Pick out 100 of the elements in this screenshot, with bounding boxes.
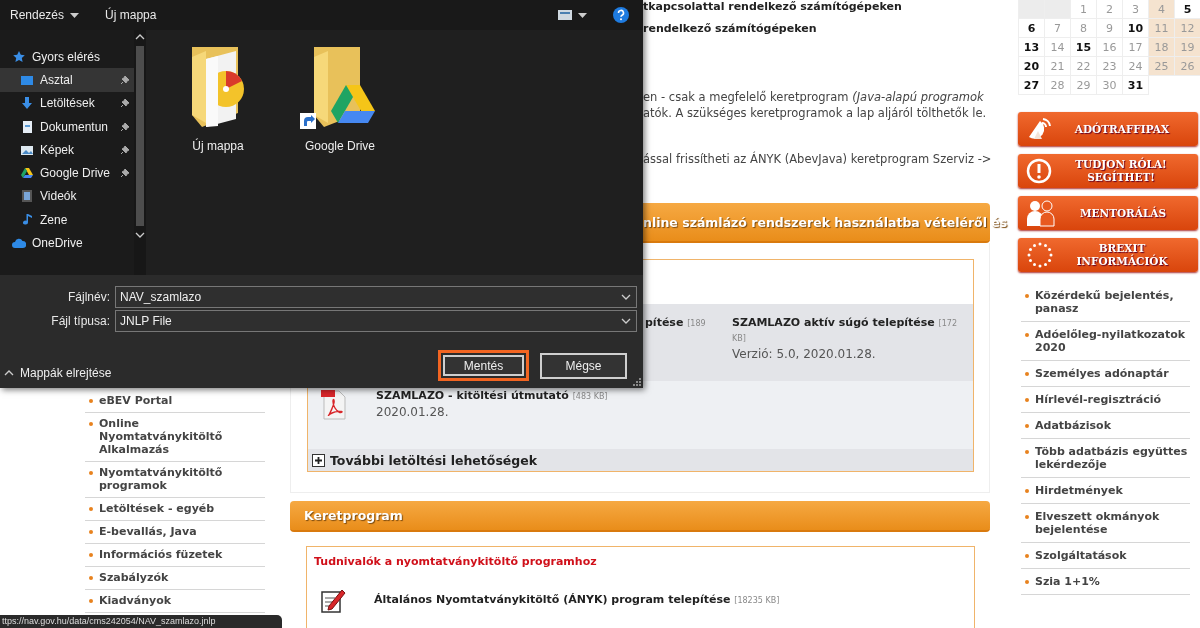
- download-link[interactable]: SZAMLAZO aktív súgó telepítése [172 KB]: [732, 316, 963, 346]
- sidebar-link[interactable]: Nyomtatványkitöltő programok: [85, 462, 265, 498]
- calendar-day[interactable]: 27: [1019, 76, 1045, 95]
- download-link[interactable]: SZAMLAZO - kitöltési útmutató [483 KB]: [376, 389, 608, 404]
- sidebar-link[interactable]: Személyes adónaptár: [1021, 361, 1190, 387]
- nav-item[interactable]: OneDrive: [0, 231, 134, 255]
- more-downloads-toggle[interactable]: További letöltési lehetőségek: [308, 449, 973, 471]
- sidebar-link[interactable]: Közérdekű bejelentés, panasz: [1021, 283, 1190, 322]
- calendar-day[interactable]: 6: [1019, 19, 1045, 38]
- calendar-day[interactable]: 13: [1019, 38, 1045, 57]
- caret-icon: [578, 12, 587, 18]
- caret-icon: [70, 12, 80, 18]
- download-link[interactable]: Általános Nyomtatványkitöltő (ÁNYK) program telepítése [18235 KB]: [374, 592, 780, 608]
- nav-item[interactable]: Gyors elérés: [0, 45, 134, 69]
- star-circle-icon: [1026, 241, 1054, 269]
- sidebar-link[interactable]: Több adatbázis együttes lekérdezője: [1021, 439, 1190, 478]
- promo-button[interactable]: ADÓTRAFFIPAX: [1018, 112, 1198, 146]
- sidebar-link[interactable]: Hírlevél-regisztráció: [1021, 387, 1190, 413]
- new-folder-button[interactable]: Új mappa: [105, 8, 157, 22]
- pdf-file-icon: [320, 389, 348, 421]
- scrollbar[interactable]: [134, 30, 146, 275]
- sidebar-link[interactable]: eBEV Portal: [85, 390, 265, 413]
- bullet-icon: [1025, 489, 1029, 493]
- calendar-day[interactable]: 10: [1123, 19, 1149, 38]
- nav-item[interactable]: Zene: [0, 208, 134, 232]
- film-icon: [20, 189, 34, 204]
- sidebar-link[interactable]: Információs füzetek: [85, 544, 265, 567]
- exclamation-icon: [1026, 158, 1052, 184]
- sidebar-link[interactable]: Hirdetmények: [1021, 478, 1190, 504]
- bullet-icon: [1025, 515, 1029, 519]
- promo-button[interactable]: BREXIT INFORMÁCIÓK: [1018, 238, 1198, 272]
- field-label: Fájl típusa:: [50, 314, 110, 328]
- chevron-down-icon: [135, 232, 145, 238]
- organize-button[interactable]: Rendezés: [10, 8, 80, 22]
- sidebar-link[interactable]: Szia 1+1%: [1021, 569, 1190, 595]
- download-icon: [20, 96, 34, 111]
- bold-text-line: rendelkező számítógépeken: [643, 22, 818, 36]
- nav-item[interactable]: Letöltések: [0, 91, 134, 115]
- pin-icon: [120, 74, 130, 85]
- sidebar-link[interactable]: Szolgáltatások: [1021, 543, 1190, 569]
- nav-item[interactable]: Dokumentun: [0, 114, 134, 139]
- bullet-icon: [1025, 554, 1029, 558]
- bullet-icon: [1025, 294, 1029, 298]
- bullet-icon: [1025, 580, 1029, 584]
- sidebar-link[interactable]: Online Nyomtatványkitöltő Alkalmazás: [85, 413, 265, 462]
- drive-icon: [20, 166, 34, 181]
- people-icon: [1026, 199, 1056, 227]
- filename-field[interactable]: NAV_szamlazo: [115, 286, 637, 308]
- bullet-icon: [1025, 372, 1029, 376]
- bullet-icon: [89, 576, 93, 580]
- bullet-icon: [1025, 424, 1029, 428]
- paragraph-line: ással frissítheti az ÁNYK (AbevJava) keretprogram Szerviz ->: [643, 151, 990, 167]
- nav-item[interactable]: Asztal: [0, 68, 134, 92]
- calendar-day[interactable]: 31: [1123, 76, 1149, 95]
- folder-item[interactable]: Új mappa: [178, 45, 258, 275]
- link-url-tooltip: ttps://nav.gov.hu/data/cms242054/NAV_szamlazo.jnlp: [0, 615, 282, 628]
- bullet-icon: [1025, 333, 1029, 337]
- bullet-icon: [89, 530, 93, 534]
- sidebar-link[interactable]: Kiadványok: [85, 590, 265, 613]
- cloud-icon: [12, 236, 26, 250]
- sidebar-link[interactable]: Szabályzók: [85, 567, 265, 590]
- bullet-icon: [1025, 450, 1029, 454]
- bold-text-line: tkapcsolattal rendelkező számítógépeken: [643, 0, 903, 14]
- help-icon[interactable]: [613, 7, 629, 23]
- bullet-icon: [89, 553, 93, 557]
- calendar-day[interactable]: 20: [1019, 57, 1045, 76]
- chevron-down-icon: [621, 318, 631, 324]
- more-downloads-label: További letöltési lehetőségek: [330, 452, 538, 468]
- music-note-icon: [20, 212, 34, 227]
- bullet-icon: [89, 422, 93, 426]
- calendar-day[interactable]: 15: [1071, 38, 1097, 57]
- section-header: Keretprogram: [290, 501, 990, 532]
- chevron-up-icon: [4, 369, 14, 376]
- hide-folders-button[interactable]: Mappák elrejtése: [4, 365, 112, 380]
- paragraph-line: atók. A szükséges keretprogramok a lap aljáról tölthetők le.: [643, 105, 988, 121]
- resize-grip-icon[interactable]: [633, 378, 641, 386]
- bullet-icon: [89, 471, 93, 475]
- pin-icon: [120, 121, 130, 132]
- date-text: 2020.01.28.: [376, 404, 450, 420]
- promo-button[interactable]: MENTORÁLÁS: [1018, 196, 1198, 230]
- nav-item[interactable]: Google Drive: [0, 161, 134, 185]
- view-button[interactable]: [558, 9, 587, 21]
- download-link[interactable]: pítése [189: [645, 316, 732, 331]
- pin-icon: [120, 98, 130, 109]
- version-text: Verzió: 5.0, 2020.01.28.: [732, 346, 877, 362]
- field-label: Fájlnév:: [66, 290, 110, 304]
- dialog-button[interactable]: Mentés: [436, 348, 531, 383]
- nav-item[interactable]: Videók: [0, 184, 134, 209]
- pin-icon: [120, 168, 130, 179]
- sidebar-link[interactable]: Letöltések - egyéb: [85, 498, 265, 521]
- chevron-down-icon: [621, 294, 631, 300]
- dialog-button[interactable]: Mégse: [540, 352, 627, 379]
- sidebar-link[interactable]: Adóelőleg-nyilatkozatok 2020: [1021, 322, 1190, 361]
- sidebar-link[interactable]: Adatbázisok: [1021, 413, 1190, 439]
- star-icon: [12, 49, 26, 64]
- nav-item[interactable]: Képek: [0, 138, 134, 162]
- file-type-select[interactable]: JNLP File: [115, 310, 637, 332]
- sidebar-link[interactable]: E-bevallás, Java: [85, 521, 265, 544]
- promo-button[interactable]: TUDJON RÓLA! SEGÍTHET!: [1018, 154, 1198, 188]
- sidebar-link[interactable]: Elveszett okmányok bejelentése: [1021, 504, 1190, 543]
